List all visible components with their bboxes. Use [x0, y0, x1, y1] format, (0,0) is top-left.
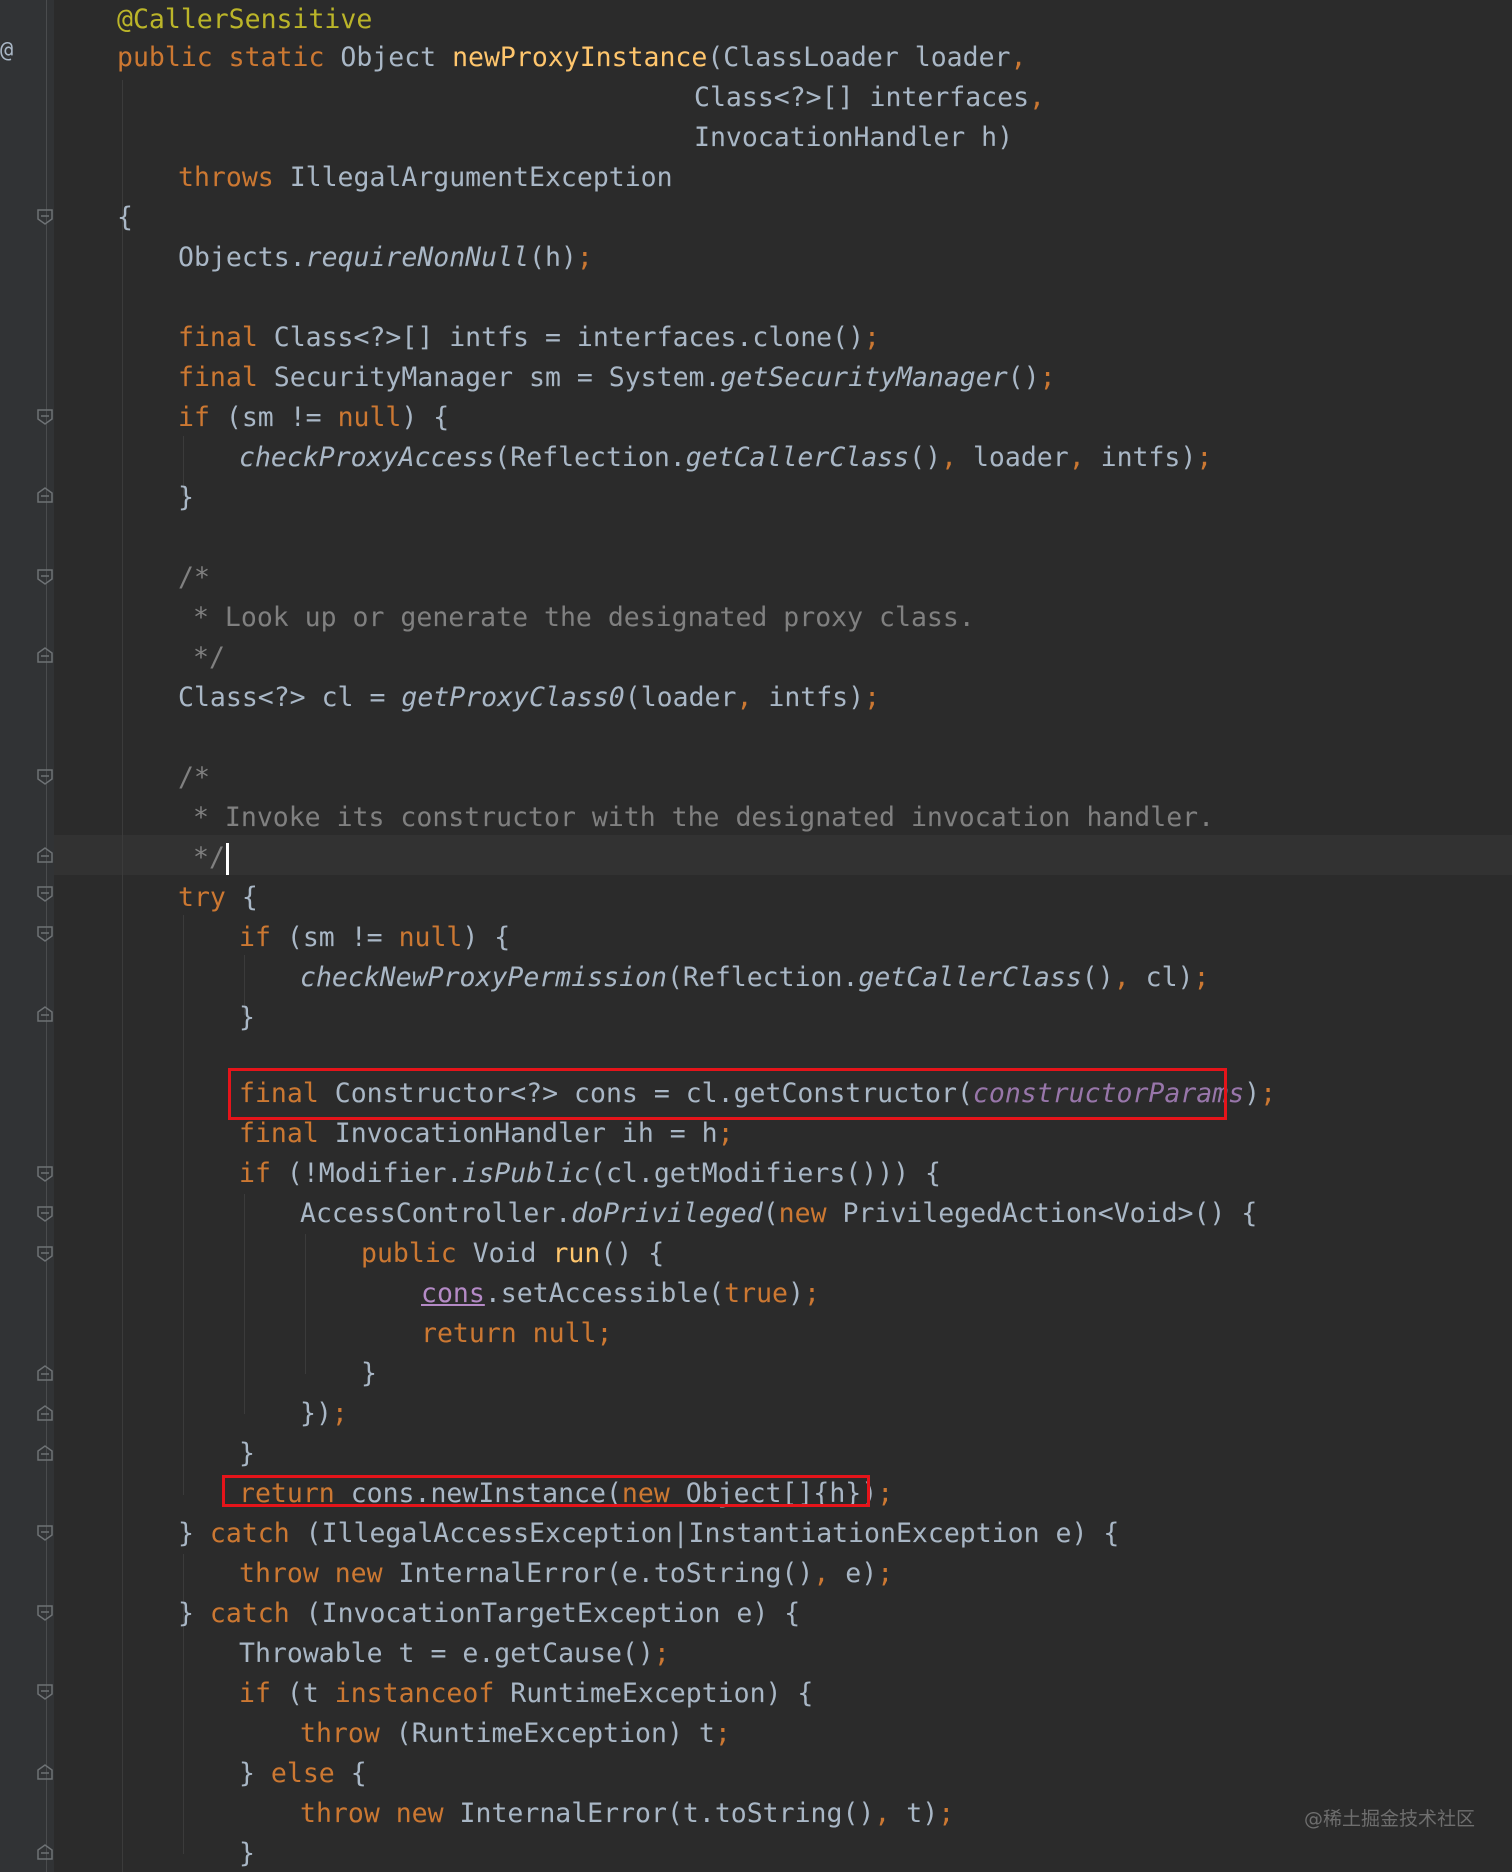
indent-guide: [183, 915, 184, 1495]
code-line: cons.setAccessible(true);: [421, 1278, 820, 1309]
watermark: @稀土掘金技术社区: [1304, 1808, 1476, 1830]
fold-end-icon[interactable]: [37, 1405, 53, 1421]
token: }: [361, 1358, 377, 1389]
throws-line: throws IllegalArgumentException: [178, 162, 673, 193]
code-line: throw (RuntimeException) t;: [300, 1718, 731, 1749]
code-line: return null;: [421, 1318, 613, 1349]
token: }: [239, 1838, 255, 1869]
comment-line: */: [193, 838, 229, 878]
token: */: [193, 642, 225, 673]
fold-collapse-icon[interactable]: [37, 1206, 53, 1222]
code-line: if (!Modifier.isPublic(cl.getModifiers()…: [239, 1158, 942, 1189]
token: * Invoke its constructor with the design…: [193, 802, 1215, 833]
fold-collapse-icon[interactable]: [37, 1525, 53, 1541]
token: InvocationHandler h): [694, 122, 1014, 153]
code-line: } catch (IllegalAccessException|Instanti…: [178, 1518, 1120, 1549]
method-signature-line: public static Object newProxyInstance(Cl…: [117, 42, 1027, 73]
fold-end-icon[interactable]: [37, 1365, 53, 1381]
token: /*: [178, 762, 210, 793]
indent-guide: [122, 80, 123, 1872]
parameter-line: Class<?>[] interfaces,: [694, 82, 1046, 113]
parameter-line: InvocationHandler h): [694, 118, 1013, 158]
code-line: if (sm != null) {: [178, 402, 450, 433]
fold-collapse-icon[interactable]: [37, 209, 53, 225]
code-line: }: [178, 478, 194, 518]
code-line: } else {: [239, 1758, 367, 1789]
code-line: AccessController.doPrivileged(new Privil…: [300, 1198, 1258, 1229]
annotation-line: @CallerSensitive: [117, 0, 372, 40]
fold-collapse-icon[interactable]: [37, 886, 53, 902]
code-line: });: [300, 1398, 348, 1429]
override-marker-icon[interactable]: @: [0, 38, 13, 63]
indent-guide: [305, 1234, 306, 1374]
token: */: [193, 842, 225, 873]
code-line: throw new InternalError(t.toString(), t)…: [300, 1798, 955, 1829]
token: {: [117, 202, 133, 233]
text-cursor: [225, 842, 229, 875]
indent-guide: [244, 1194, 245, 1414]
token: * Look up or generate the designated pro…: [193, 602, 975, 633]
token: /*: [178, 562, 210, 593]
fold-collapse-icon[interactable]: [37, 769, 53, 785]
code-line: checkNewProxyPermission(Reflection.getCa…: [300, 962, 1210, 993]
token: }: [178, 482, 194, 513]
highlight-box-new-instance: [222, 1475, 870, 1507]
code-line: Class<?> cl = getProxyClass0(loader, int…: [178, 682, 881, 713]
fold-end-icon[interactable]: [37, 1844, 53, 1860]
fold-collapse-icon[interactable]: [37, 1246, 53, 1262]
fold-end-icon[interactable]: [37, 847, 53, 863]
code-line: try {: [178, 882, 258, 913]
code-line: public Void run() {: [361, 1238, 665, 1269]
token: @CallerSensitive: [117, 4, 373, 35]
fold-end-icon[interactable]: [37, 1445, 53, 1461]
code-line: }: [239, 998, 255, 1038]
highlight-box-constructor: [228, 1068, 1227, 1120]
comment-line: * Invoke its constructor with the design…: [193, 798, 1214, 838]
code-line: final SecurityManager sm = System.getSec…: [178, 362, 1056, 393]
code-line: if (sm != null) {: [239, 922, 511, 953]
code-line: final Class<?>[] intfs = interfaces.clon…: [178, 322, 881, 353]
token: }: [239, 1002, 255, 1033]
token: }: [239, 1438, 255, 1469]
fold-end-icon[interactable]: [37, 647, 53, 663]
code-line: } catch (InvocationTargetException e) {: [178, 1598, 801, 1629]
fold-collapse-icon[interactable]: [37, 926, 53, 942]
fold-collapse-icon[interactable]: [37, 569, 53, 585]
comment-line: /*: [178, 558, 210, 598]
code-line: Throwable t = e.getCause();: [239, 1638, 670, 1669]
fold-end-icon[interactable]: [37, 1006, 53, 1022]
fold-end-icon[interactable]: [37, 487, 53, 503]
code-line: {: [117, 198, 133, 238]
code-line: }: [239, 1834, 255, 1872]
comment-line: * Look up or generate the designated pro…: [193, 598, 975, 638]
comment-line: */: [193, 638, 225, 678]
code-line: }: [239, 1434, 255, 1474]
current-line-highlight: [54, 835, 1512, 875]
code-line: }: [361, 1354, 377, 1394]
fold-collapse-icon[interactable]: [37, 409, 53, 425]
fold-collapse-icon[interactable]: [37, 1166, 53, 1182]
fold-collapse-icon[interactable]: [37, 1684, 53, 1700]
code-line: if (t instanceof RuntimeException) {: [239, 1678, 814, 1709]
comment-line: /*: [178, 758, 210, 798]
code-editor[interactable]: @ @CallerSensitive public static Object …: [0, 0, 1512, 1872]
fold-collapse-icon[interactable]: [37, 1605, 53, 1621]
code-line: checkProxyAccess(Reflection.getCallerCla…: [239, 442, 1213, 473]
code-line: final InvocationHandler ih = h;: [239, 1118, 734, 1149]
code-line: Objects.requireNonNull(h);: [178, 242, 593, 273]
fold-end-icon[interactable]: [37, 1764, 53, 1780]
code-line: throw new InternalError(e.toString(), e)…: [239, 1558, 894, 1589]
